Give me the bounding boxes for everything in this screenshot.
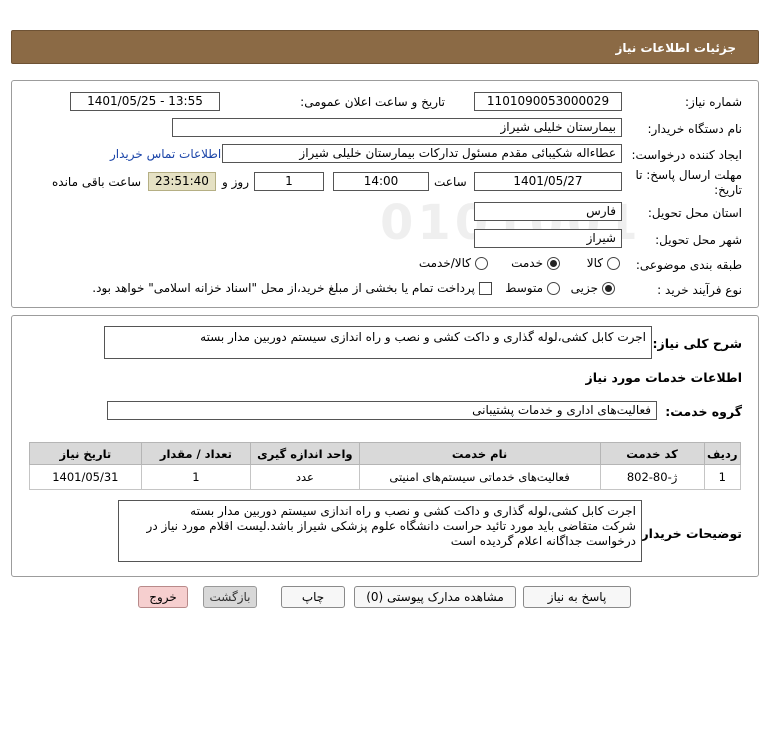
view-attachments-button[interactable]: مشاهده مدارک پیوستی (0)	[354, 586, 516, 608]
deadline-label-line2: تاریخ:	[714, 183, 742, 197]
purchase-option-medium[interactable]: متوسط	[505, 281, 560, 295]
city-label: شهر محل تحویل:	[655, 233, 742, 247]
remaining-timer: 23:51:40	[148, 172, 216, 191]
buyer-notes-field: اجرت کابل کشی،لوله گذاری و داکت کشی و نص…	[118, 500, 642, 562]
remaining-label: ساعت باقی مانده	[52, 175, 142, 189]
col-date-header: تاریخ نیاز	[29, 442, 142, 465]
treasury-checkbox[interactable]	[479, 281, 492, 295]
category-option-service[interactable]: خدمت	[511, 256, 560, 270]
radio-goods-service[interactable]	[475, 256, 488, 270]
service-group-label: گروه خدمت:	[665, 404, 742, 419]
purchase-type-label: نوع فرآیند خرید :	[657, 283, 742, 297]
summary-label: شرح کلی نیاز:	[652, 336, 742, 351]
cell-code: ژ-80-802	[599, 464, 705, 490]
cell-date: 1401/05/31	[29, 464, 142, 490]
print-button[interactable]: چاپ	[281, 586, 345, 608]
buyer-contact-link[interactable]: اطلاعات تماس خریدار	[110, 147, 221, 161]
city-field: شیراز	[474, 229, 622, 248]
services-table-wrap: ردیف کد خدمت نام خدمت واحد اندازه گیری ت…	[29, 442, 742, 490]
deadline-date-field: 1401/05/27	[474, 172, 622, 191]
cell-name: فعالیت‌های خدماتی سیستم‌های امنیتی	[358, 464, 601, 490]
category-option-goods[interactable]: کالا	[587, 256, 620, 270]
radio-goods[interactable]	[607, 256, 620, 270]
deadline-label-line1: مهلت ارسال پاسخ: تا	[635, 168, 742, 182]
col-qty-header: تعداد / مقدار	[140, 442, 252, 465]
purchase-option-minor[interactable]: جزیی	[571, 281, 615, 295]
reply-button[interactable]: پاسخ به نیاز	[523, 586, 631, 608]
service-group-field: فعالیت‌های اداری و خدمات پشتیبانی	[107, 401, 657, 420]
buyer-notes-line: درخواست جداگانه اعلام گردیده است	[450, 534, 636, 548]
col-row-header: ردیف	[703, 442, 742, 465]
requester-label: ایجاد کننده درخواست:	[631, 148, 742, 162]
buyer-notes-label: توضیحات خریدار:	[636, 526, 742, 541]
col-code-header: کد خدمت	[599, 442, 705, 465]
need-number-field: 1101090053000029	[474, 92, 622, 111]
purchase-option-medium-label: متوسط	[505, 281, 543, 295]
category-option-goods-label: کالا	[586, 256, 603, 270]
cell-qty: 1	[140, 464, 252, 490]
need-number-label: شماره نیاز:	[685, 95, 742, 109]
buyer-notes-line: شرکت متقاضی باید مورد تائید حراست دانشگا…	[146, 519, 636, 533]
province-label: استان محل تحویل:	[647, 206, 742, 220]
buyer-org-field: بیمارستان خلیلی شیراز	[172, 118, 622, 137]
category-option-goods-service[interactable]: کالا/خدمت	[419, 256, 488, 270]
radio-service[interactable]	[547, 256, 560, 270]
radio-minor[interactable]	[602, 281, 615, 295]
table-header-row: ردیف کد خدمت نام خدمت واحد اندازه گیری ت…	[29, 442, 742, 465]
announce-date-label: تاریخ و ساعت اعلان عمومی:	[300, 95, 445, 109]
need-info-panel	[11, 80, 759, 308]
exit-button[interactable]: خروج	[138, 586, 188, 608]
services-heading: اطلاعات خدمات مورد نیاز	[585, 370, 743, 385]
deadline-time-field: 14:00	[333, 172, 429, 191]
announce-date-field: 1401/05/25 - 13:55	[70, 92, 220, 111]
col-name-header: نام خدمت	[358, 442, 601, 465]
province-field: فارس	[474, 202, 622, 221]
treasury-payment-note: پرداخت تمام یا بخشی از مبلغ خرید،از محل …	[92, 281, 475, 295]
cell-unit: عدد	[250, 464, 360, 490]
days-field: 1	[254, 172, 324, 191]
back-button[interactable]: بازگشت	[203, 586, 257, 608]
table-row: 1 ژ-80-802 فعالیت‌های خدماتی سیستم‌های ا…	[29, 464, 742, 490]
category-option-service-label: خدمت	[511, 256, 543, 270]
deadline-time-label: ساعت	[434, 175, 467, 189]
requester-field: عطاءاله شکیبائی مقدم مسئول تدارکات بیمار…	[222, 144, 622, 163]
summary-field: اجرت کابل کشی،لوله گذاری و داکت کشی و نص…	[104, 326, 652, 359]
services-table: ردیف کد خدمت نام خدمت واحد اندازه گیری ت…	[29, 442, 742, 490]
buyer-notes-line: اجرت کابل کشی،لوله گذاری و داکت کشی و نص…	[190, 504, 636, 518]
page-header: جزئیات اطلاعات نیاز	[11, 30, 759, 64]
category-label: طبقه بندی موضوعی:	[635, 258, 742, 272]
page-title: جزئیات اطلاعات نیاز	[615, 41, 736, 55]
buyer-org-label: نام دستگاه خریدار:	[647, 122, 743, 136]
treasury-payment-option[interactable]: پرداخت تمام یا بخشی از مبلغ خرید،از محل …	[92, 281, 492, 295]
col-unit-header: واحد اندازه گیری	[250, 442, 360, 465]
radio-medium[interactable]	[547, 281, 560, 295]
days-label: روز و	[222, 175, 249, 189]
cell-row: 1	[703, 464, 742, 490]
purchase-option-minor-label: جزیی	[570, 281, 598, 295]
category-option-goods-service-label: کالا/خدمت	[418, 256, 471, 270]
